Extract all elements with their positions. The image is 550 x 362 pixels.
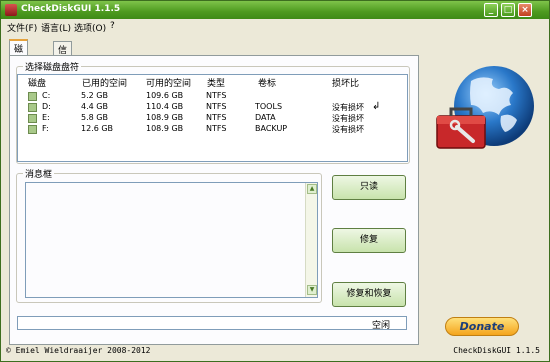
damage-status: 没有损坏: [332, 114, 364, 123]
status-field: 空闲: [17, 316, 407, 331]
message-textarea[interactable]: ▲ ▼: [25, 182, 318, 298]
drive-row-e[interactable]: E: 5.8 GB 108.9 GB NTFS DATA 没有损坏: [18, 113, 407, 124]
message-box-title: 消息框: [23, 167, 55, 180]
repair-recover-button[interactable]: 修复和恢复: [332, 282, 406, 307]
drive-list-header: 磁盘 已用的空间 可用的空间 类型 卷标 损坏比: [18, 75, 407, 89]
col-used[interactable]: 已用的空间: [82, 76, 127, 89]
app-window: CheckDiskGUI 1.1.5 _ □ × 文件(F) 语言(L) 选项(…: [0, 0, 550, 362]
damage-status: 没有损坏: [332, 125, 364, 134]
drive-checkbox[interactable]: [28, 103, 37, 112]
fs-type: NTFS: [206, 124, 227, 133]
message-scrollbar[interactable]: ▲ ▼: [305, 183, 317, 297]
drive-letter: F:: [42, 124, 49, 133]
version-text: CheckDiskGUI 1.1.5: [453, 346, 540, 355]
drive-letter: C:: [42, 91, 51, 100]
col-drive[interactable]: 磁盘: [28, 76, 46, 89]
used-space: 5.8 GB: [81, 113, 108, 122]
scroll-down-icon[interactable]: ▼: [307, 285, 317, 295]
drive-checkbox[interactable]: [28, 125, 37, 134]
drive-letter: D:: [42, 102, 51, 111]
window-title: CheckDiskGUI 1.1.5: [21, 4, 121, 14]
free-space: 110.4 GB: [146, 102, 184, 111]
col-label[interactable]: 卷标: [258, 76, 276, 89]
col-damage[interactable]: 损坏比: [332, 76, 359, 89]
fs-type: NTFS: [206, 102, 227, 111]
scroll-up-icon[interactable]: ▲: [307, 184, 317, 194]
maximize-button[interactable]: □: [501, 3, 515, 17]
free-space: 108.9 GB: [146, 124, 184, 133]
cursor-icon: ↲: [372, 101, 381, 112]
status-text: 空闲: [372, 321, 391, 331]
used-space: 4.4 GB: [81, 102, 108, 111]
used-space: 12.6 GB: [81, 124, 114, 133]
drive-row-f[interactable]: F: 12.6 GB 108.9 GB NTFS BACKUP 没有损坏: [18, 124, 407, 135]
volume-label: BACKUP: [255, 124, 288, 133]
volume-label: TOOLS: [255, 102, 283, 111]
fs-type: NTFS: [206, 113, 227, 122]
drive-list[interactable]: 磁盘 已用的空间 可用的空间 类型 卷标 损坏比 C: 5.2 GB 109.6…: [17, 74, 408, 162]
donate-button[interactable]: Donate: [445, 317, 519, 336]
free-space: 109.6 GB: [146, 91, 184, 100]
readonly-button[interactable]: 只读: [332, 175, 406, 200]
close-button[interactable]: ×: [518, 3, 532, 17]
damage-status: 没有损坏: [332, 103, 364, 112]
drive-row-c[interactable]: C: 5.2 GB 109.6 GB NTFS: [18, 91, 407, 102]
toolbox-globe-icon: [436, 66, 534, 149]
free-space: 108.9 GB: [146, 113, 184, 122]
menu-bar: 文件(F) 语言(L) 选项(O) ?: [1, 19, 549, 34]
minimize-button[interactable]: _: [484, 3, 498, 17]
repair-button[interactable]: 修复: [332, 228, 406, 253]
drive-row-d[interactable]: D: 4.4 GB 110.4 GB NTFS TOOLS 没有损坏 ↲: [18, 101, 407, 113]
fs-type: NTFS: [206, 91, 227, 100]
used-space: 5.2 GB: [81, 91, 108, 100]
menu-language[interactable]: 语言(L): [41, 21, 71, 34]
title-bar: CheckDiskGUI 1.1.5 _ □ ×: [1, 1, 549, 19]
col-type[interactable]: 类型: [207, 76, 225, 89]
app-icon: [5, 4, 17, 16]
menu-options[interactable]: 选项(O): [74, 21, 106, 34]
menu-help[interactable]: ?: [110, 21, 115, 31]
drive-letter: E:: [42, 113, 50, 122]
drive-select-title: 选择磁盘盘符: [23, 60, 82, 73]
drive-checkbox[interactable]: [28, 114, 37, 123]
volume-label: DATA: [255, 113, 276, 122]
col-free[interactable]: 可用的空间: [146, 76, 191, 89]
copyright-text: © Emiel Wieldraaijer 2008-2012: [6, 346, 151, 355]
tab-disk-check[interactable]: 磁盘检查: [9, 39, 29, 94]
tab-info[interactable]: 信息: [53, 41, 73, 69]
menu-file[interactable]: 文件(F): [7, 21, 37, 34]
drive-checkbox[interactable]: [28, 92, 37, 101]
